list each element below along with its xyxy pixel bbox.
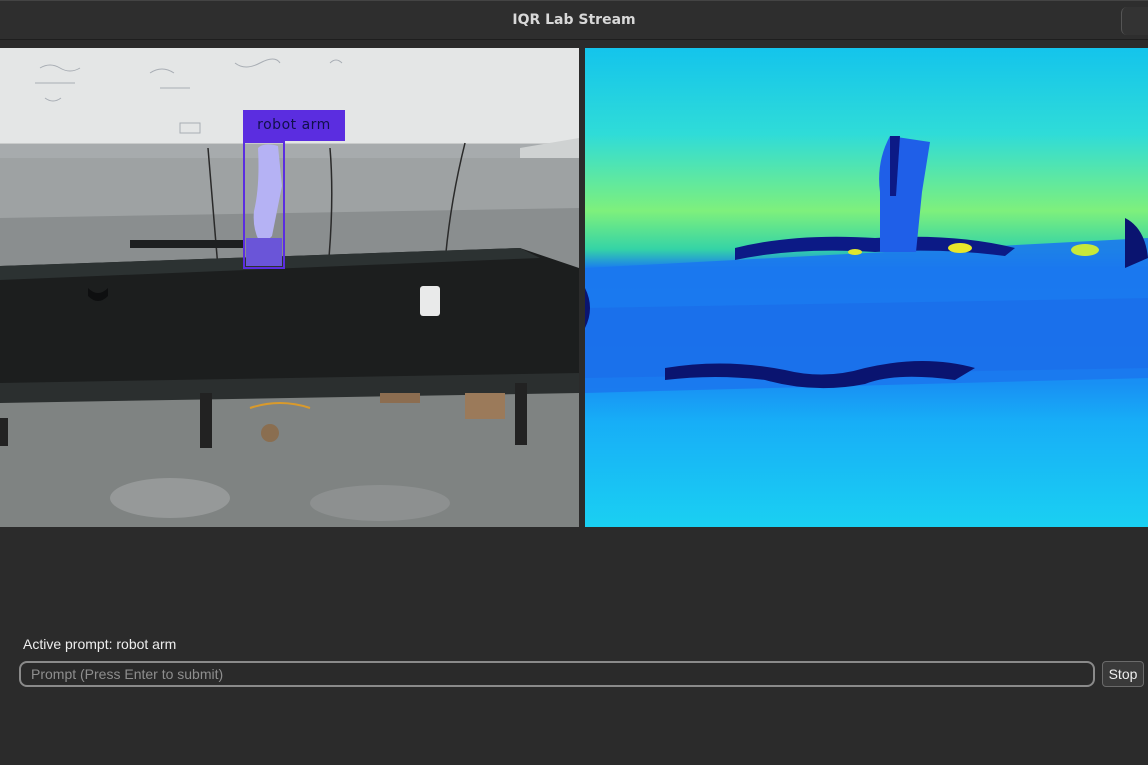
rgb-camera-view: robot arm: [0, 48, 579, 527]
depth-scene: [585, 48, 1148, 527]
window-title: IQR Lab Stream: [512, 12, 636, 28]
active-prompt-status: Active prompt: robot arm: [23, 636, 177, 652]
detection-label: robot arm: [243, 110, 345, 141]
title-bar[interactable]: IQR Lab Stream: [0, 0, 1148, 40]
depth-camera-view: [585, 48, 1148, 527]
window-control-edge[interactable]: [1121, 7, 1148, 35]
detection-bounding-box: [243, 141, 285, 269]
stop-button[interactable]: Stop: [1102, 661, 1144, 687]
prompt-input[interactable]: [19, 661, 1095, 687]
